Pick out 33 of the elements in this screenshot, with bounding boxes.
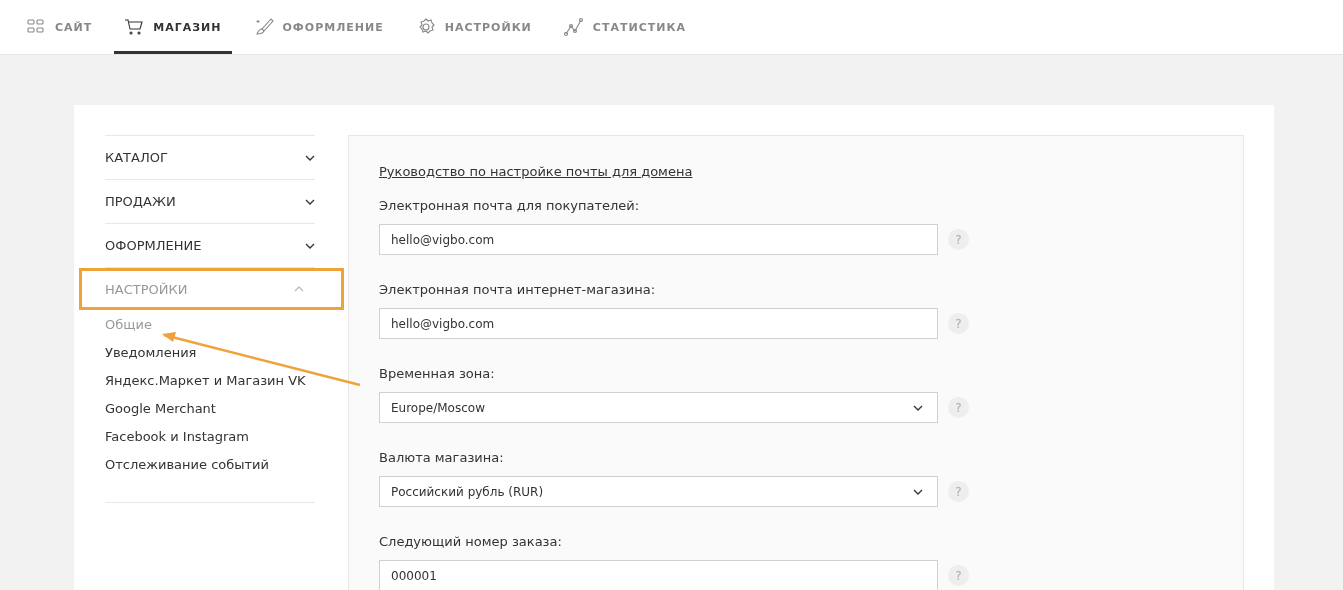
input-field[interactable]: 000001 xyxy=(379,560,938,590)
sidebar-item[interactable]: Отслеживание событий xyxy=(105,450,269,478)
chevron-down-icon xyxy=(913,404,923,411)
field-label: Электронная почта для покупателей: xyxy=(379,198,641,213)
sidebar-item[interactable]: Google Merchant xyxy=(105,394,216,422)
brush-icon xyxy=(253,17,274,37)
field-label: Электронная почта интернет-магазина: xyxy=(379,282,657,297)
sidebar-section[interactable]: ПРОДАЖИ xyxy=(105,180,315,224)
input-field[interactable]: hello@vigbo.com xyxy=(379,308,938,339)
nav-tab[interactable]: НАСТРОЙКИ xyxy=(405,0,542,54)
chevron-down-icon xyxy=(305,242,315,249)
chevron-down-icon xyxy=(913,488,923,495)
sidebar-item[interactable]: Уведомления xyxy=(105,338,197,366)
sidebar-item[interactable]: Яндекс.Маркет и Магазин VK xyxy=(105,366,306,394)
nav-tab[interactable]: ОФОРМЛЕНИЕ xyxy=(243,0,394,54)
sidebar-item[interactable]: Facebook и Instagram xyxy=(105,422,249,450)
chevron-down-icon xyxy=(305,198,315,205)
chevron-up-icon xyxy=(294,286,304,292)
select-field[interactable]: Europe/Moscow xyxy=(379,392,938,423)
nav-tab[interactable]: САЙТ xyxy=(16,0,103,54)
nav-tab[interactable]: СТАТИСТИКА xyxy=(553,0,696,54)
nav-tab[interactable]: МАГАЗИН xyxy=(114,0,232,54)
cart-icon xyxy=(124,17,145,37)
sidebar-section[interactable]: КАТАЛОГ xyxy=(105,136,315,180)
chart-icon xyxy=(563,17,584,37)
select-field[interactable]: Российский рубль (RUR) xyxy=(379,476,938,507)
guide-link[interactable]: Руководство по настройке почты для домена xyxy=(379,164,693,179)
field-label: Временная зона: xyxy=(379,366,496,381)
input-field[interactable]: hello@vigbo.com xyxy=(379,224,938,255)
field-label: Следующий номер заказа: xyxy=(379,534,563,549)
sidebar-section[interactable]: ОФОРМЛЕНИЕ xyxy=(105,224,315,268)
chevron-down-icon xyxy=(305,154,315,161)
field-label: Валюта магазина: xyxy=(379,450,505,465)
